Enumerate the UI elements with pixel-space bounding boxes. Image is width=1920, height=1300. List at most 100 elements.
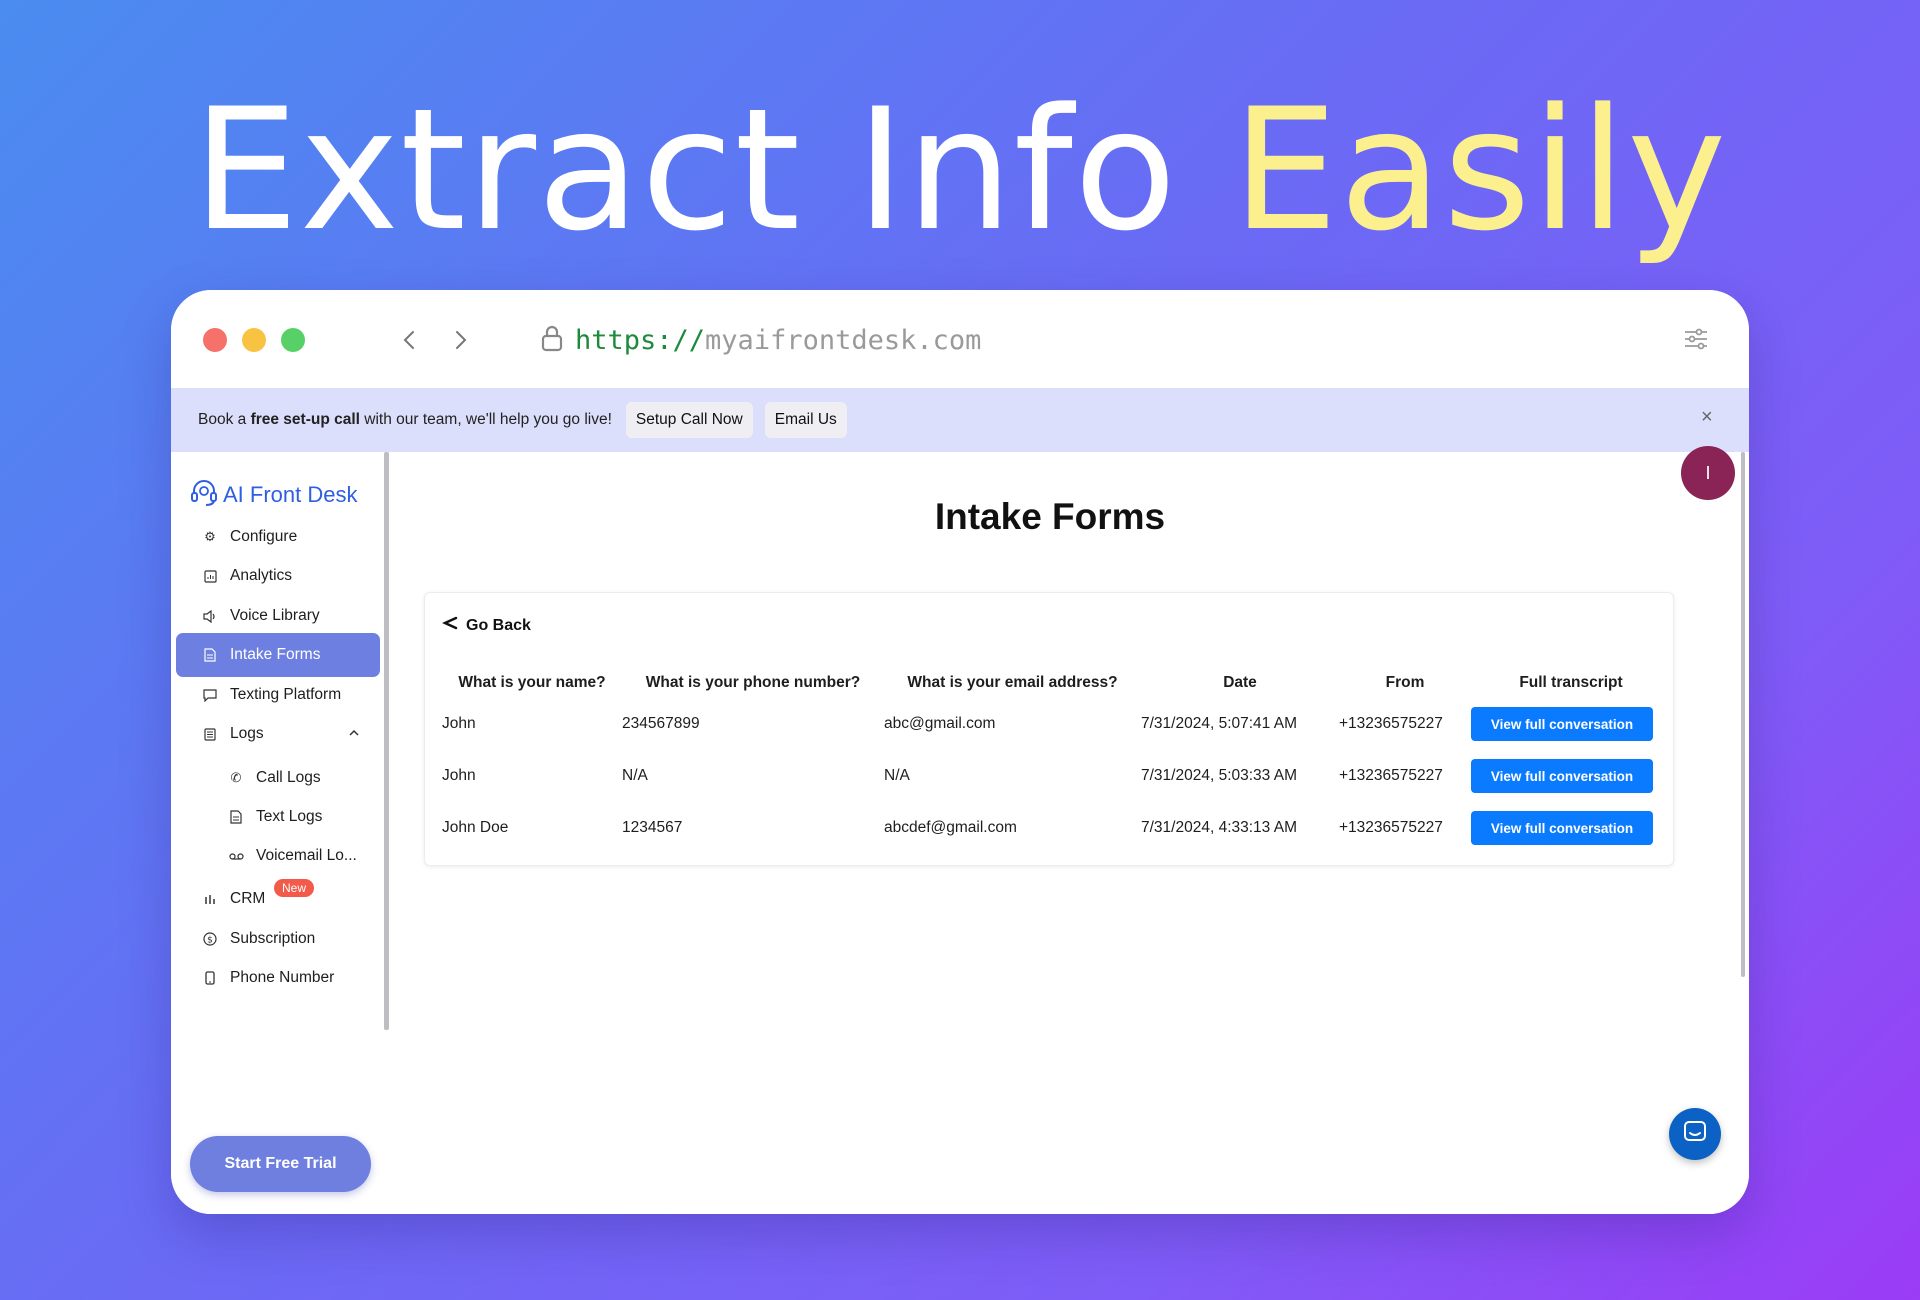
mobile-icon [202,970,218,986]
sidebar-item-logs[interactable]: Logs [176,712,380,756]
table-row: John N/A N/A 7/31/2024, 5:03:33 AM +1323… [442,750,1671,802]
cell-phone: 1234567 [622,819,683,836]
go-back-label: Go Back [466,616,531,634]
chevron-up-icon [348,726,360,738]
cell-email: abc@gmail.com [884,715,996,732]
speaker-icon [202,608,218,624]
column-header-date[interactable]: Date [1141,668,1339,698]
sidebar-item-label: Voicemail Lo... [256,847,357,864]
intake-forms-card: Go Back What is your name? What is your … [424,592,1674,866]
cell-phone: N/A [622,767,648,784]
email-us-button[interactable]: Email Us [764,402,847,438]
chat-icon [1682,1119,1708,1150]
sidebar-item-label: Voice Library [230,607,320,624]
logo[interactable]: AI Front Desk [189,477,357,512]
browser-window: https://myaifrontdesk.com Book a free se… [171,290,1749,1214]
document-icon [202,647,218,663]
cell-from: +13236575227 [1339,819,1443,836]
sidebar-item-configure[interactable]: ⚙ Configure [176,515,380,559]
sidebar-item-text-logs[interactable]: Text Logs [176,795,380,839]
phone-icon: ✆ [230,770,242,785]
table-header-row: What is your name? What is your phone nu… [442,668,1671,698]
close-window-dot[interactable] [203,328,227,352]
message-icon [202,687,218,703]
back-arrow-icon[interactable] [394,320,426,360]
sidebar-item-label: Logs [230,725,264,742]
address-bar[interactable]: https://myaifrontdesk.com [539,318,981,362]
hero-title-accent: Easily [1232,72,1728,268]
sidebar-item-label: CRM [230,890,266,907]
intake-table: What is your name? What is your phone nu… [442,668,1671,854]
svg-text:$: $ [207,936,213,946]
column-header-transcript[interactable]: Full transcript [1471,668,1671,698]
column-header-name[interactable]: What is your name? [442,668,622,698]
sidebar-item-intake-forms[interactable]: Intake Forms [176,633,380,677]
sidebar-item-voice-library[interactable]: Voice Library [176,594,380,638]
avatar[interactable]: I [1681,446,1735,500]
cell-email: N/A [884,767,910,784]
main-content: Intake Forms Go Back What is your name? … [389,452,1749,1214]
view-full-conversation-button[interactable]: View full conversation [1471,707,1653,741]
list-icon [202,726,218,742]
setup-call-button[interactable]: Setup Call Now [625,402,753,438]
hero-headline: Extract Info Easily [0,70,1920,272]
go-back-link[interactable]: Go Back [441,615,531,636]
banner-text: Book a free set-up call with our team, w… [198,411,612,429]
sidebar-item-label: Intake Forms [230,646,321,663]
sidebar-item-label: Analytics [230,567,293,584]
cell-date: 7/31/2024, 5:07:41 AM [1141,715,1297,732]
gear-icon: ⚙ [204,529,216,544]
view-full-conversation-button[interactable]: View full conversation [1471,811,1653,845]
url-protocol: https:// [575,324,706,356]
column-header-from[interactable]: From [1339,668,1471,698]
minimize-window-dot[interactable] [242,328,266,352]
cell-action: View full conversation [1471,698,1671,750]
cell-from: +13236575227 [1339,715,1443,732]
cell-from: +13236575227 [1339,767,1443,784]
voicemail-icon [228,848,244,864]
main-scrollbar[interactable] [1741,452,1745,977]
chart-icon [202,568,218,584]
dollar-icon: $ [202,931,218,947]
sidebar-item-analytics[interactable]: Analytics [176,554,380,598]
sidebar-item-subscription[interactable]: $ Subscription [176,917,380,961]
sidebar-item-voicemail-logs[interactable]: Voicemail Lo... [176,834,380,878]
cell-action: View full conversation [1471,802,1671,854]
sidebar-item-crm[interactable]: CRM New [176,877,380,921]
sidebar-item-texting-platform[interactable]: Texting Platform [176,673,380,717]
back-chevron-icon [441,615,458,636]
view-full-conversation-button[interactable]: View full conversation [1471,759,1653,793]
sidebar-item-label: Call Logs [256,769,321,786]
page-title: Intake Forms [934,496,1166,537]
headset-logo-icon [189,477,219,512]
cell-name: John Doe [442,819,509,836]
sidebar-item-label: Text Logs [256,808,323,825]
forward-arrow-icon[interactable] [444,320,476,360]
cell-email: abcdef@gmail.com [884,819,1017,836]
document-icon [228,809,244,825]
sliders-icon[interactable] [1683,326,1709,352]
setup-banner: Book a free set-up call with our team, w… [171,388,1749,452]
close-icon[interactable]: × [1701,407,1719,427]
sidebar-item-call-logs[interactable]: ✆ Call Logs [176,756,380,800]
start-free-trial-button[interactable]: Start Free Trial [190,1136,371,1192]
sidebar: AI Front Desk ⚙ Configure Analytics Voice… [171,452,389,1214]
table-row: John Doe 1234567 abcdef@gmail.com 7/31/2… [442,802,1671,854]
chat-support-button[interactable] [1669,1108,1721,1160]
maximize-window-dot[interactable] [281,328,305,352]
logo-text: AI Front Desk [223,481,358,507]
banner-text-bold: free set-up call [250,411,360,428]
bars-icon [202,891,218,907]
cell-date: 7/31/2024, 5:03:33 AM [1141,767,1297,784]
new-badge: New [274,879,315,897]
cell-action: View full conversation [1471,750,1671,802]
sidebar-item-phone-number[interactable]: Phone Number [176,956,380,1000]
hero-title-main: Extract Info [192,72,1233,268]
sidebar-item-label: Subscription [230,930,316,947]
column-header-phone[interactable]: What is your phone number? [622,668,884,698]
banner-text-suffix: with our team, we'll help you go live! [359,411,612,428]
sidebar-item-label: Texting Platform [230,686,342,703]
column-header-email[interactable]: What is your email address? [884,668,1141,698]
sidebar-item-label: Configure [230,528,298,545]
cell-name: John [442,715,476,732]
